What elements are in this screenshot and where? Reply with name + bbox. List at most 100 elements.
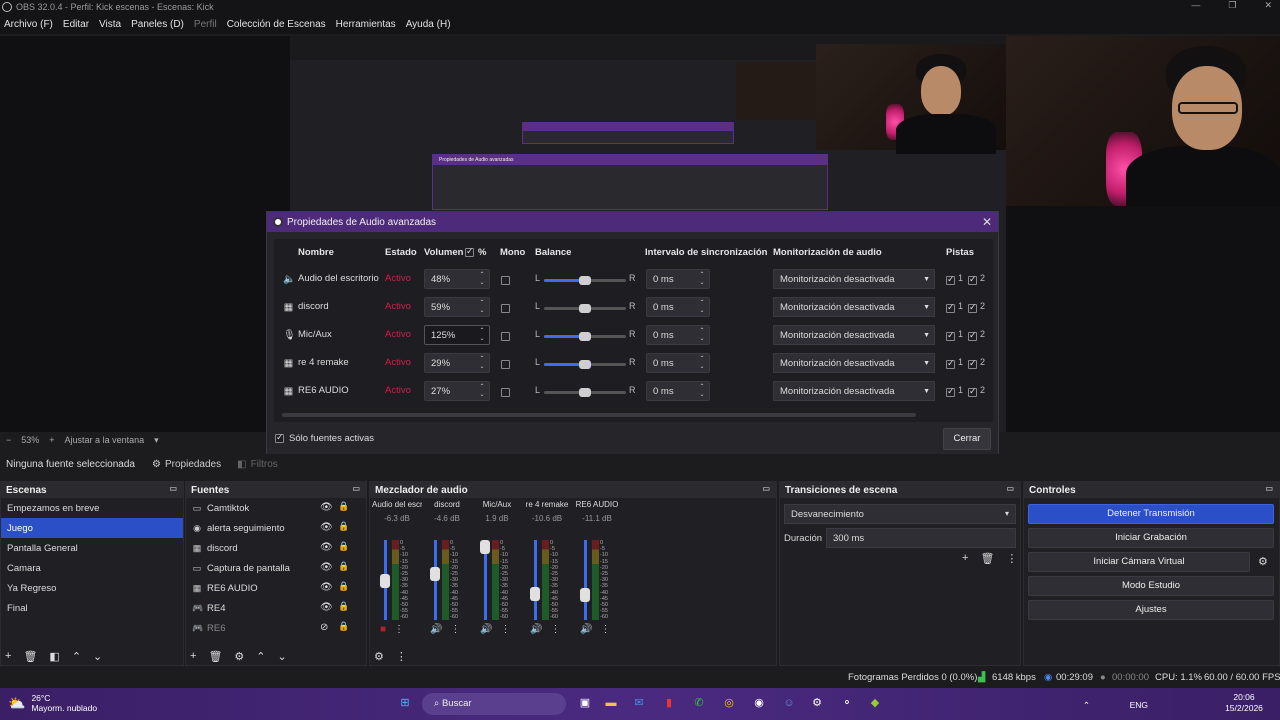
app-red-icon[interactable]: ▮: [660, 694, 678, 712]
track-2-checkbox[interactable]: [968, 274, 977, 285]
spin-arrows-icon[interactable]: ⌃ ⌄: [697, 271, 707, 287]
track-1-checkbox[interactable]: [946, 358, 955, 369]
transition-select[interactable]: Desvanecimiento ▾: [784, 504, 1016, 524]
menu-herramientas[interactable]: Herramientas: [336, 19, 396, 30]
mixer-menu-icon[interactable]: ⋮: [396, 650, 407, 663]
zoom-out-button[interactable]: −: [6, 435, 11, 445]
move-up-button[interactable]: ⌃: [72, 650, 81, 663]
dialog-title-bar[interactable]: Propiedades de Audio avanzadas ✕: [267, 212, 998, 232]
track-2-checkbox[interactable]: [968, 302, 977, 313]
file-explorer-icon[interactable]: ▬: [602, 694, 620, 712]
game-icon[interactable]: ◆: [866, 694, 884, 712]
close-window-button[interactable]: ✕: [1264, 0, 1272, 11]
balance-slider[interactable]: [544, 388, 626, 397]
zoom-in-button[interactable]: +: [49, 435, 54, 445]
lock-icon[interactable]: 🔒: [338, 581, 349, 592]
track-1-checkbox[interactable]: [946, 386, 955, 397]
volume-percent-checkbox[interactable]: [465, 246, 474, 257]
track-1-checkbox[interactable]: [946, 274, 955, 285]
volume-input[interactable]: 29% ⌃ ⌄: [424, 353, 490, 373]
lock-icon[interactable]: 🔒: [338, 621, 349, 632]
balance-knob[interactable]: [579, 332, 591, 341]
horizontal-scrollbar[interactable]: [282, 413, 916, 417]
menu-coleccion-escenas[interactable]: Colección de Escenas: [227, 19, 326, 30]
source-item[interactable]: 🎮 RE6 ⊘ 🔒: [186, 618, 366, 638]
speaker-icon[interactable]: 🔊: [530, 624, 542, 635]
scene-item[interactable]: Camara: [1, 558, 183, 578]
source-item[interactable]: 🎮 RE4 👁 🔒: [186, 598, 366, 618]
mono-checkbox[interactable]: [501, 304, 510, 313]
add-scene-button[interactable]: +: [5, 650, 11, 663]
steam-icon[interactable]: ⚙: [808, 694, 826, 712]
scene-item[interactable]: Empezamos en breve: [1, 498, 183, 518]
balance-knob[interactable]: [579, 276, 591, 285]
remove-source-button[interactable]: 🗑: [208, 650, 222, 663]
channel-menu-icon[interactable]: ⋮: [394, 624, 404, 635]
sync-offset-input[interactable]: 0 ms ⌃ ⌄: [646, 353, 710, 373]
filters-button[interactable]: ◧ Filtros: [229, 459, 286, 470]
studio-mode-button[interactable]: Modo Estudio: [1028, 576, 1274, 596]
settings-button[interactable]: Ajustes: [1028, 600, 1274, 620]
fader-knob[interactable]: [480, 540, 490, 554]
balance-slider[interactable]: [544, 332, 626, 341]
menu-vista[interactable]: Vista: [99, 19, 121, 30]
monitoring-select[interactable]: Monitorización desactivada ▼: [773, 353, 935, 373]
speaker-icon[interactable]: 🔊: [580, 624, 592, 635]
balance-knob[interactable]: [579, 388, 591, 397]
spin-arrows-icon[interactable]: ⌃ ⌄: [697, 327, 707, 343]
add-source-button[interactable]: +: [190, 650, 196, 663]
spin-arrows-icon[interactable]: ⌃ ⌄: [477, 355, 487, 371]
mute-indicator-icon[interactable]: ■: [380, 624, 386, 635]
sync-offset-input[interactable]: 0 ms ⌃ ⌄: [646, 381, 710, 401]
balance-knob[interactable]: [579, 360, 591, 369]
spin-arrows-icon[interactable]: ⌃ ⌄: [477, 327, 487, 343]
scene-item[interactable]: Juego: [1, 518, 183, 538]
volume-input[interactable]: 125% ⌃ ⌄: [424, 325, 490, 345]
channel-menu-icon[interactable]: ⋮: [500, 624, 510, 635]
lock-icon[interactable]: 🔒: [338, 541, 349, 552]
lock-icon[interactable]: 🔒: [338, 601, 349, 612]
fader-knob[interactable]: [530, 586, 540, 601]
transition-menu-icon[interactable]: ⋮: [1006, 552, 1017, 565]
visibility-eye-icon[interactable]: 👁: [320, 602, 333, 613]
minimize-button[interactable]: —: [1191, 0, 1200, 11]
mono-checkbox[interactable]: [501, 276, 510, 285]
maximize-button[interactable]: ❐: [1228, 0, 1236, 11]
spin-arrows-icon[interactable]: ⌃ ⌄: [697, 299, 707, 315]
source-item[interactable]: ▦ discord 👁 🔒: [186, 538, 366, 558]
source-item[interactable]: ▭ Captura de pantalla 👁 🔒: [186, 558, 366, 578]
stop-stream-button[interactable]: Detener Transmisión: [1028, 504, 1274, 524]
chevron-down-icon[interactable]: ▾: [154, 435, 159, 446]
mono-checkbox[interactable]: [501, 388, 510, 397]
menu-editar[interactable]: Editar: [63, 19, 89, 30]
fader-knob[interactable]: [430, 567, 440, 582]
fader-knob[interactable]: [580, 588, 590, 603]
volume-fader[interactable]: [584, 540, 587, 620]
balance-slider[interactable]: [544, 360, 626, 369]
discord-icon[interactable]: ☺: [780, 694, 798, 712]
channel-menu-icon[interactable]: ⋮: [450, 624, 460, 635]
tray-chevron-icon[interactable]: ⌃: [1083, 700, 1090, 711]
source-settings-button[interactable]: ⚙: [234, 650, 244, 663]
visibility-eye-icon[interactable]: ⊘: [320, 622, 328, 633]
track-1-checkbox[interactable]: [946, 330, 955, 341]
duration-input[interactable]: 300 ms: [826, 528, 1016, 548]
volume-fader[interactable]: [534, 540, 537, 620]
monitoring-select[interactable]: Monitorización desactivada ▼: [773, 297, 935, 317]
mixer-settings-icon[interactable]: ⚙: [374, 650, 384, 663]
volume-input[interactable]: 59% ⌃ ⌄: [424, 297, 490, 317]
close-button[interactable]: Cerrar: [943, 428, 991, 450]
dock-options-icon[interactable]: ▭: [169, 484, 177, 493]
add-transition-button[interactable]: +: [962, 552, 968, 565]
menu-perfil[interactable]: Perfil: [194, 19, 217, 30]
spin-arrows-icon[interactable]: ⌃ ⌄: [477, 271, 487, 287]
only-active-toggle[interactable]: Sólo fuentes activas: [275, 432, 374, 444]
task-view-icon[interactable]: ▣: [576, 694, 594, 712]
monitoring-select[interactable]: Monitorización desactivada ▼: [773, 325, 935, 345]
visibility-eye-icon[interactable]: 👁: [320, 562, 333, 573]
track-2-checkbox[interactable]: [968, 386, 977, 397]
sync-offset-input[interactable]: 0 ms ⌃ ⌄: [646, 325, 710, 345]
lock-icon[interactable]: 🔒: [338, 561, 349, 572]
source-item[interactable]: ◉ alerta seguimiento 👁 🔒: [186, 518, 366, 538]
scene-item[interactable]: Final: [1, 598, 183, 618]
